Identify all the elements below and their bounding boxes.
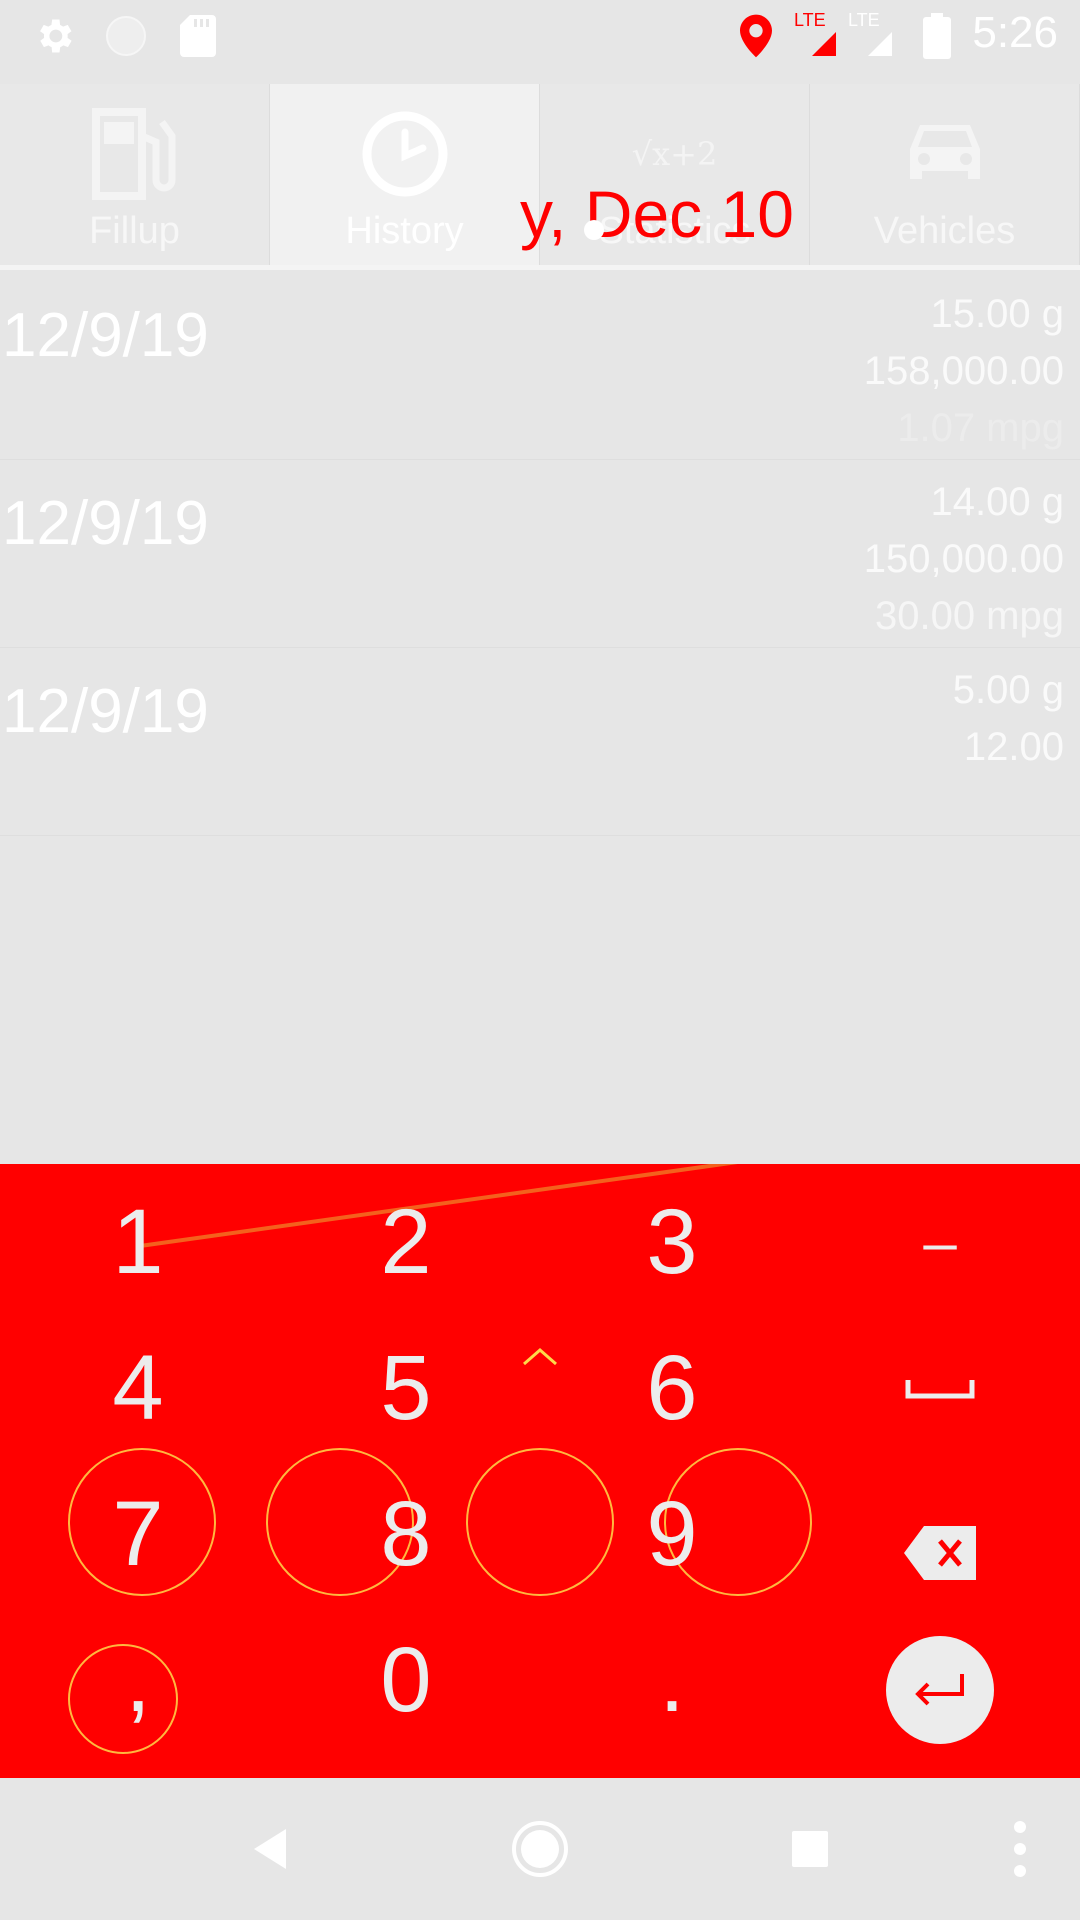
settings-icon: [28, 0, 80, 72]
tab-vehicles[interactable]: Vehicles: [810, 84, 1080, 268]
tab-label: Fillup: [89, 210, 180, 252]
key-0[interactable]: 0: [306, 1620, 506, 1740]
sd-card-icon: [178, 0, 218, 72]
backspace-icon: [904, 1526, 976, 1580]
tab-history[interactable]: History: [270, 84, 540, 268]
backspace-key[interactable]: [904, 1526, 976, 1580]
enter-icon: [915, 1674, 964, 1706]
tab-underline: [0, 265, 1080, 270]
overlay-dot: [584, 220, 604, 240]
numeric-keypad: 1 2 3 – 4 5 6 7 8 9 , 0 .: [0, 1164, 1080, 1778]
tab-label: History: [345, 210, 464, 252]
key-comma[interactable]: ,: [38, 1620, 238, 1740]
gallons-value: 5.00 g: [952, 668, 1064, 712]
menu-button[interactable]: [1000, 1778, 1040, 1920]
car-icon: [810, 104, 1079, 204]
key-period[interactable]: .: [572, 1620, 772, 1740]
recents-icon: [792, 1831, 828, 1867]
lte-signal-icon: LTE: [790, 0, 840, 72]
key-2[interactable]: 2: [306, 1182, 506, 1302]
key-3[interactable]: 3: [572, 1182, 772, 1302]
location-icon: [738, 0, 774, 72]
lte-signal-icon-2: LTE: [846, 0, 896, 72]
key-space[interactable]: [840, 1328, 1040, 1448]
odometer-value: 12.00: [963, 725, 1064, 769]
back-button[interactable]: [230, 1778, 310, 1920]
history-row[interactable]: 12/9/19 15.00 g 158,000.00 1.07 mpg: [0, 272, 1080, 460]
gallons-value: 15.00 g: [930, 292, 1064, 336]
tab-label: Vehicles: [873, 210, 1016, 252]
key-6[interactable]: 6: [572, 1328, 772, 1448]
fillup-values: 5.00 g 12.00: [953, 662, 1064, 776]
fillup-values: 14.00 g 150,000.00 30.00 mpg: [864, 474, 1064, 645]
home-button[interactable]: [500, 1778, 580, 1920]
svg-text:LTE: LTE: [848, 10, 880, 30]
odometer-value: 158,000.00: [863, 349, 1064, 393]
odometer-value: 150,000.00: [863, 537, 1064, 581]
history-row[interactable]: 12/9/19 14.00 g 150,000.00 30.00 mpg: [0, 460, 1080, 648]
back-icon: [254, 1829, 286, 1869]
key-5[interactable]: 5: [306, 1328, 506, 1448]
gallons-value: 14.00 g: [930, 480, 1064, 524]
more-vert-icon: [1014, 1821, 1026, 1877]
fuel-pump-icon: [0, 104, 269, 204]
history-list: 12/9/19 15.00 g 158,000.00 1.07 mpg 12/9…: [0, 272, 1080, 836]
key-4[interactable]: 4: [38, 1328, 238, 1448]
battery-icon: [922, 0, 952, 72]
circle-icon: [102, 0, 150, 72]
history-row[interactable]: 12/9/19 5.00 g 12.00: [0, 648, 1080, 836]
fillup-values: 15.00 g 158,000.00 1.07 mpg: [864, 286, 1064, 457]
clock-icon: [270, 104, 539, 204]
tab-fillup[interactable]: Fillup: [0, 84, 270, 268]
chevron-up-icon: [520, 1344, 560, 1372]
mpg-value: 30.00 mpg: [874, 594, 1064, 638]
home-icon: [512, 1821, 568, 1877]
fillup-date: 12/9/19: [2, 301, 209, 370]
enter-button[interactable]: [886, 1636, 994, 1744]
svg-text:LTE: LTE: [794, 10, 826, 30]
key-minus[interactable]: –: [840, 1182, 1040, 1302]
fillup-date: 12/9/19: [2, 677, 209, 746]
fillup-date: 12/9/19: [2, 489, 209, 558]
status-bar: LTE LTE 5:26: [0, 0, 1080, 72]
recents-button[interactable]: [770, 1778, 850, 1920]
key-7[interactable]: 7: [38, 1474, 238, 1594]
mpg-value: 1.07 mpg: [897, 406, 1064, 450]
navigation-bar: [0, 1778, 1080, 1920]
clock-time: 5:26: [972, 8, 1058, 57]
space-bar-icon: [905, 1380, 975, 1399]
overlay-date-text: y, Dec 10: [520, 177, 794, 251]
key-8[interactable]: 8: [306, 1474, 506, 1594]
key-9[interactable]: 9: [572, 1474, 772, 1594]
key-1[interactable]: 1: [38, 1182, 238, 1302]
